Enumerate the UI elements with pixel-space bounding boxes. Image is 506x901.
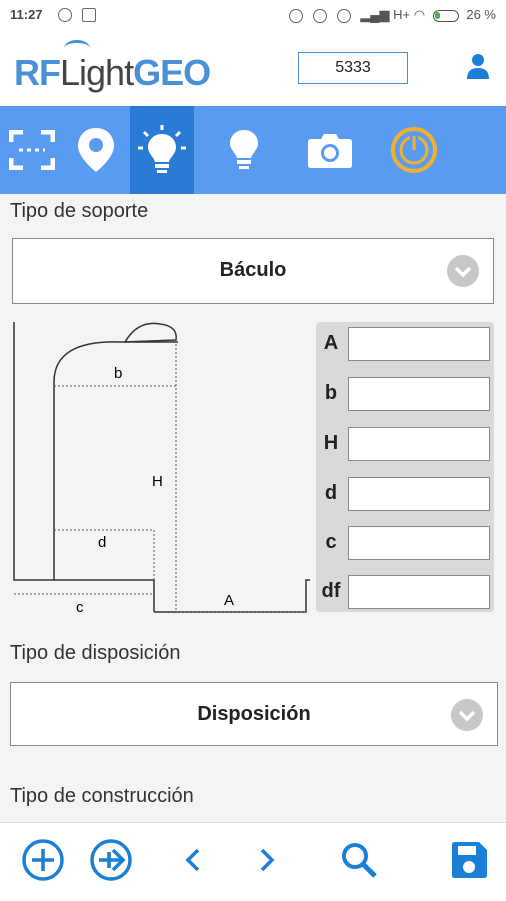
save-button[interactable] [446,837,492,883]
dimension-label: c [325,531,337,553]
dimension-input-A[interactable] [348,327,490,361]
status-right: ▂▄▆ H+ ◠ 26 % [289,7,496,23]
power-icon [391,127,437,173]
battery-icon [432,9,459,22]
main-toolbar [0,106,506,194]
chevron-right-icon [260,848,275,872]
add-arrow-circle-icon [90,839,132,881]
status-notification-icons [58,6,102,22]
bluetooth-icon [313,8,328,23]
location-status-icon [289,8,304,23]
chevron-down-icon [451,699,483,731]
dimension-row-d: d [316,474,494,514]
network-type: H+ [393,7,411,22]
support-diagram: b H d c A [13,322,310,616]
wifi-icon: ◠ [413,7,429,22]
layout-type-select[interactable]: Disposición [10,682,498,746]
diagram-label-b: b [114,365,122,382]
status-time: 11:27 [10,7,43,22]
dimension-input-c[interactable] [348,526,490,560]
dimension-input-H[interactable] [348,427,490,461]
logo-rf: RF [14,52,61,93]
alarm-icon [336,8,351,23]
search-icon [342,843,377,878]
previous-button[interactable] [170,837,216,883]
dimensions-panel: A b H d c df [316,322,494,612]
bulb-icon [230,130,258,169]
support-type-label: Tipo de soporte [10,200,149,222]
diagram-label-d: d [98,534,106,551]
diagram-label-c: c [76,599,84,616]
search-button[interactable] [336,837,382,883]
dimension-row-b: b [316,374,494,414]
status-bar: 11:27 ▂▄▆ H+ ◠ 26 % [0,0,506,30]
notification-icon [58,7,72,22]
dimension-row-H: H [316,424,494,464]
dimension-label: b [324,382,338,404]
signal-icon: ▂▄▆ [360,7,390,22]
dimension-row-c: c [316,523,494,563]
dimension-label: A [323,332,339,354]
battery-text: 26 % [466,7,496,22]
dimension-label: H [323,432,339,454]
dimension-label: df [321,580,341,602]
bottom-navigation [0,822,506,901]
chevron-left-icon [185,848,200,872]
tab-location[interactable] [64,106,128,194]
app-header: RFLightGEO 5333 [0,30,506,106]
lit-bulb-icon [138,125,186,173]
dimension-label: d [324,482,338,504]
diagram-label-H: H [152,473,163,490]
camera-icon [308,134,352,168]
tab-luminaire[interactable] [212,106,276,194]
layout-type-value: Disposición [197,703,311,725]
message-icon [81,7,96,22]
dimension-input-d[interactable] [348,477,490,511]
scan-frame-icon [9,130,55,170]
dimension-row-A: A [316,324,494,364]
map-pin-icon [78,128,114,172]
add-next-button[interactable] [88,837,134,883]
dimension-row-df: df [316,572,494,612]
support-type-value: Báculo [219,259,287,281]
tab-power[interactable] [382,106,446,194]
dimension-input-df[interactable] [348,575,490,609]
add-circle-icon [22,839,64,881]
logo-light: Light [60,52,134,93]
tab-camera[interactable] [298,106,362,194]
next-button[interactable] [244,837,290,883]
add-button[interactable] [20,837,66,883]
save-icon [452,842,487,878]
diagram-label-A: A [224,592,234,609]
dimension-input-b[interactable] [348,377,490,411]
point-code-field[interactable]: 5333 [298,52,408,84]
tab-luminaire-lit[interactable] [130,106,194,194]
layout-type-label: Tipo de disposición [10,642,181,664]
tab-scan[interactable] [0,106,64,194]
logo-geo: GEO [133,52,211,93]
construction-type-label: Tipo de construcción [10,785,194,807]
user-icon[interactable] [466,52,490,80]
app-logo: RFLightGEO [14,52,211,94]
support-type-select[interactable]: Báculo [12,238,494,304]
chevron-down-icon [447,255,479,287]
